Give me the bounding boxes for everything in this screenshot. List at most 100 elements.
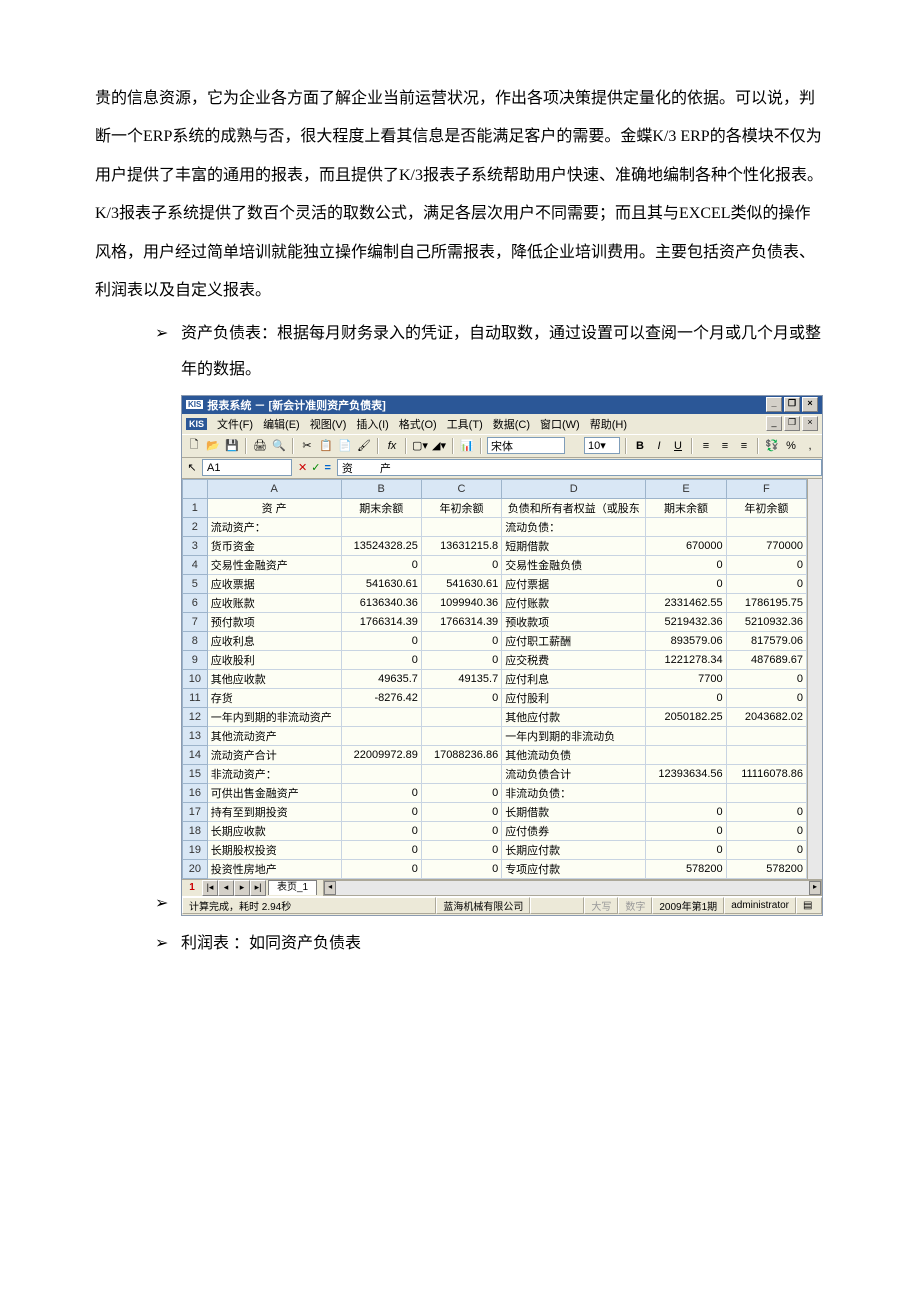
cell[interactable]: 0 [421,859,501,878]
menu-insert[interactable]: 插入(I) [356,416,388,432]
row-header[interactable]: 9 [183,650,208,669]
cell[interactable]: 一年内到期的非流动资产 [207,707,341,726]
cell[interactable]: 其他流动资产 [207,726,341,745]
equals-icon[interactable]: = [324,462,330,474]
cell[interactable]: 预付款项 [207,612,341,631]
select-all-corner[interactable] [183,479,208,498]
cell[interactable]: 487689.67 [726,650,806,669]
cell[interactable]: 817579.06 [726,631,806,650]
cell[interactable]: 其他应付款 [502,707,646,726]
cell[interactable]: 0 [421,650,501,669]
cell[interactable]: 交易性金融资产 [207,555,341,574]
tab-first-button[interactable]: |◂ [202,880,218,896]
cell[interactable]: 货币资金 [207,536,341,555]
cell[interactable]: 资 产 [207,498,341,517]
row-header[interactable]: 10 [183,669,208,688]
horizontal-scrollbar[interactable]: ◂ ▸ [323,880,822,896]
cell[interactable] [646,745,726,764]
row-header[interactable]: 20 [183,859,208,878]
cell[interactable]: 长期借款 [502,802,646,821]
cell[interactable]: 0 [421,802,501,821]
align-center-icon[interactable]: ≡ [717,438,733,454]
cell[interactable]: 应付职工薪酬 [502,631,646,650]
cell[interactable]: 专项应付款 [502,859,646,878]
cell[interactable]: 其他应收款 [207,669,341,688]
row-header[interactable]: 6 [183,593,208,612]
cell[interactable]: 投资性房地产 [207,859,341,878]
cell[interactable]: 0 [726,802,806,821]
align-right-icon[interactable]: ≡ [736,438,752,454]
cell[interactable]: 0 [341,802,421,821]
cell[interactable]: 应付利息 [502,669,646,688]
cell[interactable]: 应收股利 [207,650,341,669]
currency-icon[interactable]: 💱 [764,438,780,454]
cell[interactable] [421,764,501,783]
cell[interactable]: 541630.61 [421,574,501,593]
sheet-tab[interactable]: 表页_1 [268,880,317,895]
cell[interactable]: 0 [646,574,726,593]
cell[interactable]: 0 [421,821,501,840]
cell[interactable]: 年初余额 [421,498,501,517]
row-header[interactable]: 11 [183,688,208,707]
maximize-button[interactable]: ❐ [784,397,800,412]
cell[interactable]: 期末余额 [646,498,726,517]
save-icon[interactable]: 💾 [224,438,240,454]
cell[interactable] [341,707,421,726]
row-header[interactable]: 17 [183,802,208,821]
cell[interactable]: 0 [726,688,806,707]
cell[interactable] [646,517,726,536]
format-painter-icon[interactable]: 🖌 [356,438,372,454]
cell[interactable]: 0 [726,840,806,859]
cell[interactable]: 流动资产： [207,517,341,536]
row-header[interactable]: 2 [183,517,208,536]
cell[interactable]: 0 [421,840,501,859]
cell[interactable]: 1099940.36 [421,593,501,612]
cell[interactable]: 1766314.39 [341,612,421,631]
fill-color-icon[interactable]: ◢▾ [431,438,447,454]
col-header[interactable]: F [726,479,806,498]
cell[interactable]: 0 [341,631,421,650]
open-icon[interactable]: 📂 [205,438,221,454]
cell[interactable]: 0 [646,802,726,821]
row-header[interactable]: 7 [183,612,208,631]
confirm-icon[interactable]: ✓ [311,461,320,474]
row-header[interactable]: 8 [183,631,208,650]
cell[interactable]: -8276.42 [341,688,421,707]
cell[interactable]: 负债和所有者权益（或股东 [502,498,646,517]
comma-icon[interactable]: , [802,438,818,454]
cell[interactable]: 49135.7 [421,669,501,688]
cell[interactable]: 0 [726,669,806,688]
cell[interactable]: 可供出售金融资产 [207,783,341,802]
cell[interactable] [726,517,806,536]
row-header[interactable]: 16 [183,783,208,802]
cell[interactable]: 长期应付款 [502,840,646,859]
tab-last-button[interactable]: ▸| [250,880,266,896]
cell[interactable]: 长期应收款 [207,821,341,840]
menu-file[interactable]: 文件(F) [217,416,253,432]
cell[interactable] [421,726,501,745]
cell[interactable]: 893579.06 [646,631,726,650]
cell[interactable]: 2331462.55 [646,593,726,612]
status-menu-icon[interactable]: ▤ [796,897,822,914]
cell[interactable]: 1786195.75 [726,593,806,612]
child-maximize-button[interactable]: ❐ [784,416,800,431]
row-header[interactable]: 5 [183,574,208,593]
cell[interactable]: 0 [646,821,726,840]
cell[interactable]: 0 [341,840,421,859]
cell[interactable]: 长期股权投资 [207,840,341,859]
paste-icon[interactable]: 📄 [337,438,353,454]
close-button[interactable]: × [802,397,818,412]
cell[interactable]: 17088236.86 [421,745,501,764]
cell[interactable]: 存货 [207,688,341,707]
italic-button[interactable]: I [651,438,667,454]
cell[interactable]: 应付股利 [502,688,646,707]
menu-view[interactable]: 视图(V) [310,416,347,432]
col-header[interactable]: B [341,479,421,498]
cell[interactable]: 应收账款 [207,593,341,612]
cell[interactable]: 0 [421,631,501,650]
cell[interactable]: 0 [646,688,726,707]
vertical-scrollbar[interactable] [807,479,822,879]
cell[interactable]: 应付票据 [502,574,646,593]
cell[interactable] [421,517,501,536]
cell[interactable]: 短期借款 [502,536,646,555]
